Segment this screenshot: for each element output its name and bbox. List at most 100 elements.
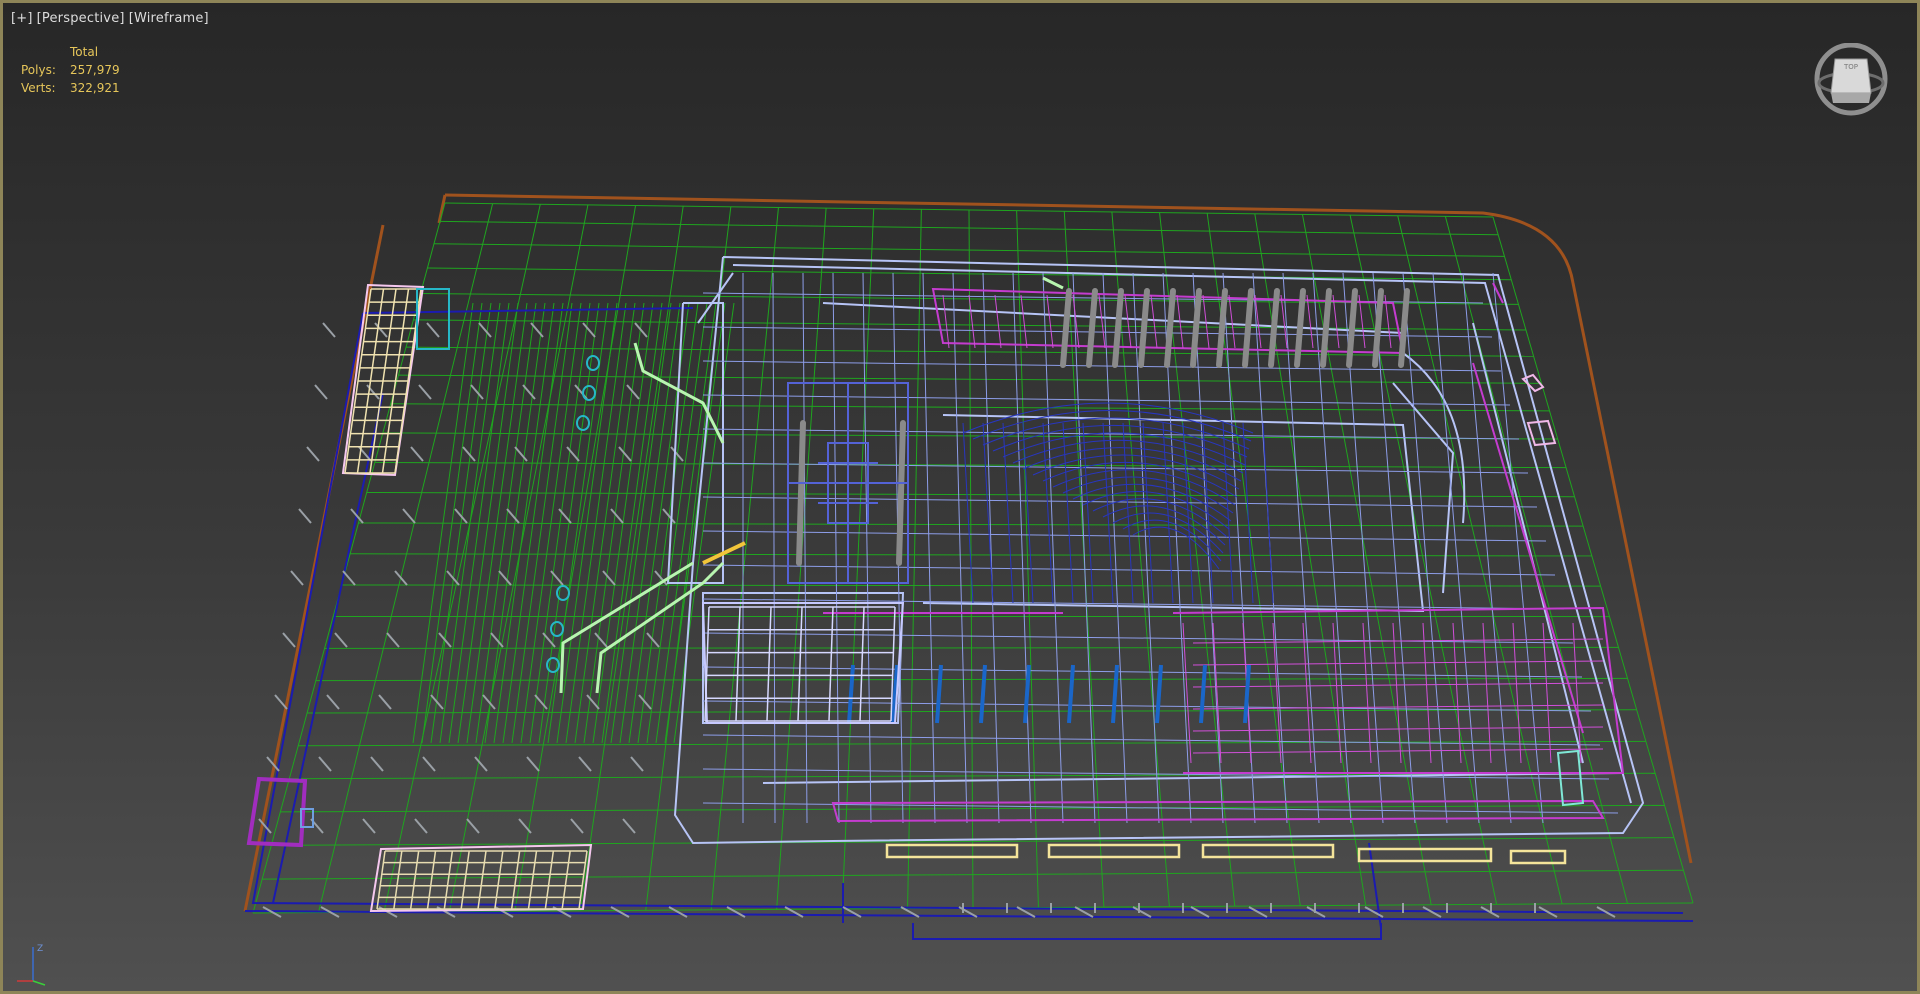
- grid-line: [574, 302, 636, 744]
- fixture-mark: [638, 694, 652, 710]
- column: [979, 664, 987, 724]
- grid-line: [579, 206, 684, 911]
- post: [1086, 288, 1098, 368]
- building-line: [832, 272, 840, 824]
- hatch-line: [1306, 294, 1314, 349]
- building-line: [772, 272, 776, 824]
- fixture-mark: [410, 446, 424, 462]
- site-fixtures: [258, 322, 1616, 918]
- column: [1111, 664, 1119, 724]
- fixture-mark: [662, 508, 676, 524]
- fixture-mark: [474, 756, 488, 772]
- viewport-shading-menu[interactable]: [Wireframe]: [129, 11, 209, 26]
- fixture-mark: [386, 632, 400, 648]
- fixture-mark: [1190, 906, 1210, 918]
- fixture-mark: [602, 570, 616, 586]
- fixture-mark: [478, 322, 492, 338]
- viewport-point-of-view-menu[interactable]: [Perspective]: [37, 11, 125, 26]
- fixture-mark: [426, 322, 440, 338]
- building-line: [1312, 272, 1352, 824]
- fixture-mark: [582, 322, 596, 338]
- seat-divider: [1242, 422, 1254, 604]
- post: [896, 420, 906, 566]
- column: [1023, 664, 1031, 724]
- column: [847, 664, 855, 724]
- fixture-mark: [630, 756, 644, 772]
- seat-divider: [1062, 422, 1074, 604]
- fixture-mark: [526, 756, 540, 772]
- fixture-mark: [394, 570, 408, 586]
- building-line: [1042, 272, 1064, 824]
- fixture-mark: [418, 384, 432, 400]
- statistics-overlay: Total Polys: 257,979 Verts: 322,921: [21, 45, 120, 95]
- hatch-line: [942, 294, 950, 349]
- viewcube-icon[interactable]: TOP: [1811, 42, 1891, 123]
- grid-line: [646, 302, 708, 744]
- seat-divider: [962, 422, 974, 604]
- hatch-line: [1192, 748, 1604, 754]
- viewport-label-menu[interactable]: [+] [Perspective] [Wireframe]: [11, 9, 209, 27]
- trellis-bar: [859, 606, 865, 722]
- hatch-line: [1020, 294, 1028, 349]
- fixture-mark: [506, 508, 520, 524]
- yellow-steps: [885, 843, 1567, 865]
- viewcube-face-label: TOP: [1843, 63, 1858, 71]
- trellis-bar: [409, 850, 420, 910]
- ornament-grid: [787, 382, 909, 584]
- building-line: [922, 272, 936, 824]
- trellis-bar: [376, 850, 386, 910]
- column-markers: [847, 664, 1251, 724]
- hatch-line: [1046, 294, 1054, 349]
- fixture-mark: [282, 632, 296, 648]
- fixture-mark: [578, 756, 592, 772]
- fixture-mark: [326, 694, 340, 710]
- fixture-mark: [594, 632, 608, 648]
- right-facade: [1521, 373, 1585, 807]
- site-grid: [252, 202, 1694, 914]
- seat-divider: [1162, 422, 1174, 604]
- fixture-mark: [1364, 906, 1384, 918]
- hatch-line: [1202, 294, 1210, 349]
- seat-divider: [1202, 422, 1214, 604]
- trellis-bar: [527, 850, 538, 910]
- axis-z-label: Z: [37, 944, 43, 954]
- fixture-mark: [618, 446, 632, 462]
- building-line: [1492, 272, 1544, 824]
- building-line: [1012, 272, 1032, 824]
- viewport-perspective[interactable]: [+] [Perspective] [Wireframe] Total Poly…: [0, 0, 1920, 994]
- hatch-line: [994, 294, 1002, 349]
- fixture-mark: [298, 508, 312, 524]
- trellis-bar: [510, 850, 521, 910]
- column: [1155, 664, 1163, 724]
- grid-line: [710, 207, 779, 910]
- fixture-mark: [414, 818, 428, 834]
- seat-divider: [1002, 422, 1014, 604]
- building-line: [982, 272, 1000, 824]
- trellis-bar: [735, 606, 741, 722]
- wireframe-scene[interactable]: [3, 3, 1917, 991]
- trellis-bar: [477, 850, 487, 910]
- pipes: [559, 276, 1064, 694]
- trellis-bar: [797, 606, 803, 722]
- viewport-general-menu[interactable]: [+]: [11, 11, 33, 26]
- fixture-mark: [610, 906, 630, 918]
- trellis-bar: [460, 850, 470, 910]
- fixture-mark: [322, 322, 336, 338]
- fixture-mark: [318, 756, 332, 772]
- hatch-line: [1272, 622, 1282, 764]
- fixture-mark: [370, 756, 384, 772]
- seat-divider: [1262, 422, 1274, 604]
- stats-polys-value: 257,979: [70, 63, 120, 77]
- fixture-mark: [462, 446, 476, 462]
- trellis-bar: [828, 606, 834, 722]
- trellis-bar: [561, 850, 571, 910]
- stats-polys-label: Polys:: [21, 63, 56, 77]
- building-line: [1282, 272, 1320, 824]
- post: [796, 420, 806, 566]
- stats-verts-label: Verts:: [21, 81, 56, 95]
- trellis-bar: [766, 606, 772, 722]
- fixture-mark: [274, 694, 288, 710]
- grid-line: [341, 584, 1601, 587]
- hatch-line: [1124, 294, 1132, 349]
- fixture-mark: [498, 570, 512, 586]
